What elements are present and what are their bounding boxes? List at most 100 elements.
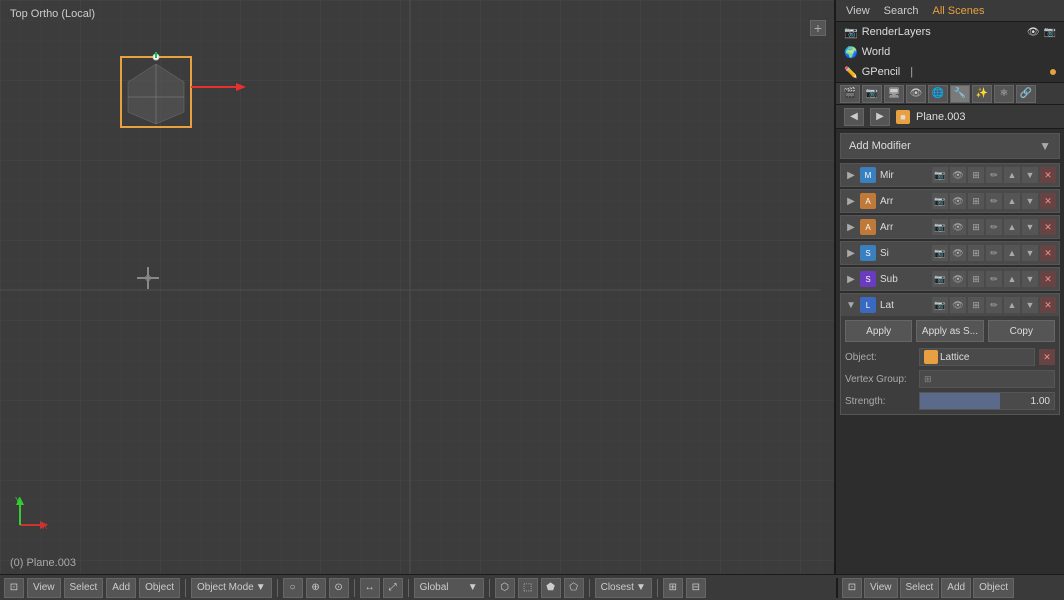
panel-tb-icon-btn[interactable]: ⊡ — [842, 578, 862, 598]
modifier-lattice-close-btn[interactable]: ✕ — [1040, 297, 1056, 313]
modifier-subsurf-edit-btn[interactable]: ✏ — [986, 271, 1002, 287]
modifier-mirror-eye-btn[interactable]: 👁 — [950, 167, 966, 183]
prop-physics-btn[interactable]: ⚛ — [994, 85, 1014, 103]
modifier-mirror-up-btn[interactable]: ▲ — [1004, 167, 1020, 183]
modifier-array1-up-btn[interactable]: ▲ — [1004, 193, 1020, 209]
tb-transform2-btn[interactable]: ⤢ — [383, 578, 403, 598]
modifier-lattice-down-btn[interactable]: ▼ — [1022, 297, 1038, 313]
modifier-simpledeform-render-btn[interactable]: ⊞ — [968, 245, 984, 261]
panel-tb-select-btn[interactable]: Select — [900, 578, 940, 598]
outliner-search-btn[interactable]: Search — [880, 4, 923, 18]
modifier-lattice-cam-btn[interactable]: 📷 — [932, 297, 948, 313]
modifier-subsurf-up-btn[interactable]: ▲ — [1004, 271, 1020, 287]
modifier-simpledeform-cam-btn[interactable]: 📷 — [932, 245, 948, 261]
modifier-vgroup-value[interactable]: ⊞ — [919, 370, 1055, 388]
modifier-subsurf-close-btn[interactable]: ✕ — [1040, 271, 1056, 287]
prop-output-btn[interactable]: 🖥 — [884, 85, 904, 103]
tb-add-btn[interactable]: Add — [106, 578, 136, 598]
viewport-expand-btn[interactable]: + — [810, 20, 826, 36]
tb-snap-btn[interactable]: ⊕ — [306, 578, 326, 598]
modifier-mirror-cam-btn[interactable]: 📷 — [932, 167, 948, 183]
outliner-view-btn[interactable]: View — [842, 4, 874, 18]
prop-scene-btn[interactable]: 🎬 — [840, 85, 860, 103]
prop-view-btn[interactable]: 👁 — [906, 85, 926, 103]
outliner-allscenes-btn[interactable]: All Scenes — [929, 4, 989, 18]
modifier-subsurf-down-btn[interactable]: ▼ — [1022, 271, 1038, 287]
modifier-simpledeform-edit-btn[interactable]: ✏ — [986, 245, 1002, 261]
modifier-apply-btn[interactable]: Apply — [845, 320, 912, 342]
prop-constraints-btn[interactable]: 🔗 — [1016, 85, 1036, 103]
nav-back-btn[interactable]: ◀ — [844, 108, 864, 126]
panel-tb-view-btn[interactable]: View — [864, 578, 898, 598]
modifier-array1-close-btn[interactable]: ✕ — [1040, 193, 1056, 209]
outliner-gpencil[interactable]: ✏️ GPencil | — [836, 62, 1064, 82]
modifier-subsurf-collapse[interactable]: ▶ — [844, 272, 858, 286]
modifier-mirror-collapse[interactable]: ▶ — [844, 168, 858, 182]
modifier-lattice-collapse[interactable]: ▼ — [844, 298, 858, 312]
modifier-mirror-down-btn[interactable]: ▼ — [1022, 167, 1038, 183]
modifier-array2-up-btn[interactable]: ▲ — [1004, 219, 1020, 235]
modifier-array2-collapse[interactable]: ▶ — [844, 220, 858, 234]
panel-tb-add-btn[interactable]: Add — [941, 578, 971, 598]
modifier-array1-down-btn[interactable]: ▼ — [1022, 193, 1038, 209]
modifier-simpledeform-up-btn[interactable]: ▲ — [1004, 245, 1020, 261]
modifier-lattice-edit-btn[interactable]: ✏ — [986, 297, 1002, 313]
tb-shading3-btn[interactable]: ⬠ — [564, 578, 584, 598]
modifier-array2-down-btn[interactable]: ▼ — [1022, 219, 1038, 235]
modifier-apply-as-btn[interactable]: Apply as S... — [916, 320, 983, 342]
modifier-copy-btn[interactable]: Copy — [988, 320, 1055, 342]
modifier-object-clear-btn[interactable]: ✕ — [1039, 349, 1055, 365]
add-modifier-bar[interactable]: Add Modifier ▼ — [840, 133, 1060, 159]
modifier-subsurf-render-btn[interactable]: ⊞ — [968, 271, 984, 287]
modifier-array1-collapse[interactable]: ▶ — [844, 194, 858, 208]
modifier-array2-cam-btn[interactable]: 📷 — [932, 219, 948, 235]
modifier-lattice-up-btn[interactable]: ▲ — [1004, 297, 1020, 313]
prop-scene2-btn[interactable]: 🌐 — [928, 85, 948, 103]
modifier-subsurf-eye-btn[interactable]: 👁 — [950, 271, 966, 287]
outliner-renderlayers[interactable]: 📷 RenderLayers 👁 📷 — [836, 22, 1064, 42]
tb-viewport-shading-btn[interactable]: ○ — [283, 578, 303, 598]
modifier-array1-render-btn[interactable]: ⊞ — [968, 193, 984, 209]
tb-mode-icon-btn[interactable]: ⊡ — [4, 578, 24, 598]
modifier-object-value[interactable]: Lattice — [919, 348, 1035, 366]
modifier-mirror-edit-btn[interactable]: ✏ — [986, 167, 1002, 183]
modifier-simpledeform-close-btn[interactable]: ✕ — [1040, 245, 1056, 261]
tb-shading2-btn[interactable]: ⬟ — [541, 578, 561, 598]
panel-tb-object-btn[interactable]: Object — [973, 578, 1014, 598]
tb-object-btn[interactable]: Object — [139, 578, 180, 598]
prop-particles-btn[interactable]: ✨ — [972, 85, 992, 103]
modifier-array2-eye-btn[interactable]: 👁 — [950, 219, 966, 235]
modifier-mirror-render-btn[interactable]: ⊞ — [968, 167, 984, 183]
panel-bottom-toolbar: ⊡ View Select Add Object — [836, 578, 1064, 598]
modifier-lattice-render-btn[interactable]: ⊞ — [968, 297, 984, 313]
modifier-subsurf-cam-btn[interactable]: 📷 — [932, 271, 948, 287]
tb-shading1-btn[interactable]: ⬚ — [518, 578, 538, 598]
modifier-array2-close-btn[interactable]: ✕ — [1040, 219, 1056, 235]
tb-xray-btn[interactable]: ⬡ — [495, 578, 515, 598]
prop-render-btn[interactable]: 📷 — [862, 85, 882, 103]
modifier-lattice-eye-btn[interactable]: 👁 — [950, 297, 966, 313]
tb-gizmo-btn[interactable]: ⊞ — [663, 578, 683, 598]
modifier-mirror-close-btn[interactable]: ✕ — [1040, 167, 1056, 183]
modifier-simpledeform-collapse[interactable]: ▶ — [844, 246, 858, 260]
tb-select-btn[interactable]: Select — [64, 578, 104, 598]
tb-overlay-btn[interactable]: ⊟ — [686, 578, 706, 598]
modifier-array2-render-btn[interactable]: ⊞ — [968, 219, 984, 235]
tb-closest-btn[interactable]: Closest ▼ — [595, 578, 652, 598]
modifier-strength-slider[interactable]: 1.00 — [919, 392, 1055, 410]
nav-forward-btn[interactable]: ▶ — [870, 108, 890, 126]
modifier-array2-edit-btn[interactable]: ✏ — [986, 219, 1002, 235]
tb-view-btn[interactable]: View — [27, 578, 61, 598]
modifier-array1-edit-btn[interactable]: ✏ — [986, 193, 1002, 209]
modifier-simpledeform-eye-btn[interactable]: 👁 — [950, 245, 966, 261]
modifier-simpledeform-down-btn[interactable]: ▼ — [1022, 245, 1038, 261]
outliner-world[interactable]: 🌍 World — [836, 42, 1064, 62]
tb-proportional-btn[interactable]: ⊙ — [329, 578, 349, 598]
tb-mode-btn[interactable]: Object Mode ▼ — [191, 578, 272, 598]
tb-global-btn[interactable]: Global ▼ — [414, 578, 484, 598]
modifier-array1-eye-btn[interactable]: 👁 — [950, 193, 966, 209]
modifier-array1-cam-btn[interactable]: 📷 — [932, 193, 948, 209]
tb-transform-btn[interactable]: ↔ — [360, 578, 380, 598]
prop-object-btn[interactable]: 🔧 — [950, 85, 970, 103]
modifier-strength-label: Strength: — [845, 396, 915, 407]
